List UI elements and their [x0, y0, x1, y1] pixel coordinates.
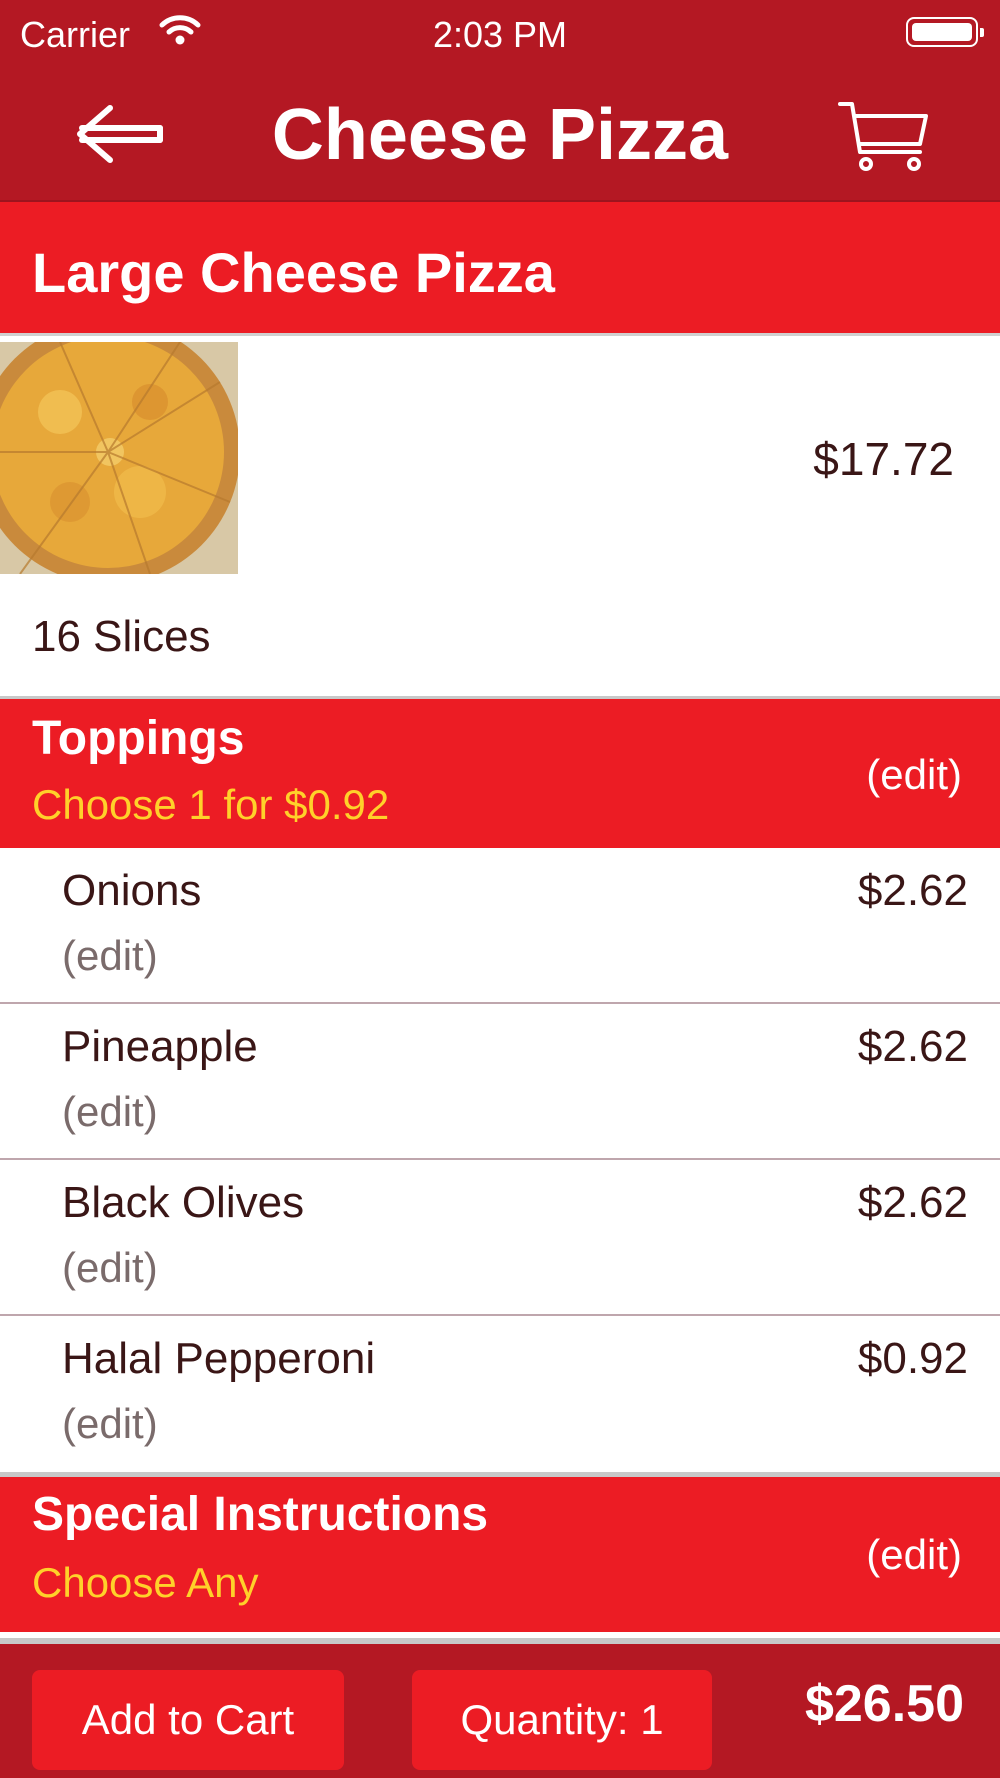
status-bar: Carrier 2:03 PM	[0, 0, 1000, 66]
toppings-subtitle: Choose 1 for $0.92	[32, 781, 390, 828]
slices-label: 16 Slices	[32, 612, 211, 661]
instructions-subtitle: Choose Any	[32, 1559, 259, 1606]
nav-bar: Cheese Pizza	[0, 66, 1000, 202]
instructions-title: Special Instructions	[32, 1488, 489, 1541]
topping-name: Black Olives	[62, 1178, 305, 1227]
instructions-header: Special Instructions Choose Any (edit)	[0, 1472, 1000, 1632]
topping-edit-button[interactable]: (edit)	[62, 1244, 158, 1292]
add-to-cart-button[interactable]: Add to Cart	[32, 1670, 344, 1770]
item-price: $17.72	[813, 433, 954, 485]
toppings-edit-button[interactable]: (edit)	[866, 751, 962, 799]
topping-price: $2.62	[857, 866, 968, 915]
topping-row-black-olives[interactable]: Black Olives (edit) $2.62	[0, 1160, 1000, 1316]
topping-row-halal-pepperoni[interactable]: Halal Pepperoni (edit) $0.92	[0, 1316, 1000, 1472]
item-title: Large Cheese Pizza	[32, 241, 555, 304]
topping-price: $2.62	[857, 1022, 968, 1071]
quantity-button[interactable]: Quantity: 1	[412, 1670, 712, 1770]
battery-icon	[906, 17, 984, 47]
item-header: Large Cheese Pizza	[0, 202, 1000, 336]
topping-name: Onions	[62, 866, 202, 915]
pizza-image	[0, 342, 238, 574]
status-time: 2:03 PM	[432, 14, 568, 55]
cart-button[interactable]	[836, 94, 932, 178]
topping-edit-button[interactable]: (edit)	[62, 1088, 158, 1136]
topping-edit-button[interactable]: (edit)	[62, 1400, 158, 1448]
topping-name: Pineapple	[62, 1022, 258, 1071]
topping-name: Halal Pepperoni	[62, 1334, 376, 1383]
toppings-header: Toppings Choose 1 for $0.92 (edit)	[0, 696, 1000, 848]
cart-icon	[838, 102, 928, 171]
topping-row-onions[interactable]: Onions (edit) $2.62	[0, 848, 1000, 1004]
bottom-bar: Add to Cart Quantity: 1 $26.50	[0, 1638, 1000, 1778]
topping-edit-button[interactable]: (edit)	[62, 932, 158, 980]
topping-price: $2.62	[857, 1178, 968, 1227]
instructions-edit-button[interactable]: (edit)	[866, 1531, 962, 1579]
order-total: $26.50	[804, 1675, 964, 1733]
topping-price: $0.92	[857, 1334, 968, 1383]
product-block: $17.72 16 Slices	[0, 336, 1000, 696]
topping-row-pineapple[interactable]: Pineapple (edit) $2.62	[0, 1004, 1000, 1160]
toppings-title: Toppings	[32, 712, 245, 765]
